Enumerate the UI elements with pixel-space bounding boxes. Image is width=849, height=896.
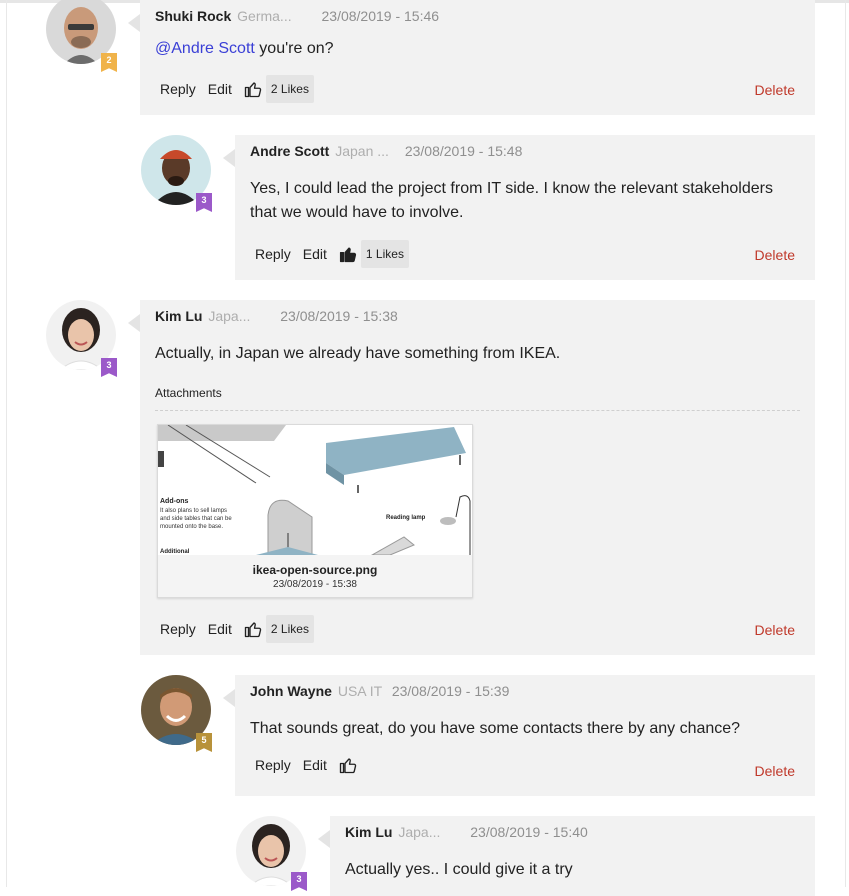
delete-button[interactable]: Delete — [755, 247, 795, 263]
attachment-thumbnail[interactable]: Add-ons It also plans to sell lamps and … — [158, 425, 472, 555]
rank-badge: 2 — [101, 53, 117, 72]
author-name[interactable]: Kim Lu — [345, 824, 392, 840]
attachment-card[interactable]: Add-ons It also plans to sell lamps and … — [157, 424, 473, 598]
thumb-text: and side tables that can be — [160, 516, 232, 522]
reply-button[interactable]: Reply — [255, 246, 291, 262]
edit-button[interactable]: Edit — [303, 757, 327, 773]
comment-text-line: Yes, I could lead the project from IT si… — [250, 180, 773, 197]
comment-header: Andre Scott Japan ... 23/08/2019 - 15:48 — [250, 143, 522, 159]
comment-date: 23/08/2019 - 15:39 — [391, 683, 510, 699]
attachment-file-date: 23/08/2019 - 15:38 — [273, 579, 357, 590]
right-border — [845, 0, 846, 887]
like-icon[interactable] — [339, 756, 357, 774]
attachment-image: Add-ons It also plans to sell lamps and … — [158, 425, 472, 555]
like-icon[interactable] — [244, 620, 262, 638]
user-mention[interactable]: @Andre Scott — [155, 40, 255, 57]
comment-text: That sounds great, do you have some cont… — [250, 720, 741, 737]
comment-header: Shuki Rock Germa... 23/08/2019 - 15:46 — [155, 8, 439, 24]
thumb-text: Reading lamp — [386, 515, 426, 521]
edit-button[interactable]: Edit — [208, 621, 232, 637]
comment-text: Actually, in Japan we already have somet… — [155, 345, 561, 362]
likes-count[interactable]: 2 Likes — [265, 75, 314, 103]
comment-text: Yes, I could lead the project from IT si… — [250, 177, 773, 225]
liked-icon[interactable] — [339, 245, 357, 263]
reply-button[interactable]: Reply — [160, 621, 196, 637]
likes-count[interactable]: 1 Likes — [360, 240, 409, 268]
thumb-text: It also plans to sell lamps — [160, 508, 227, 514]
attachment-file-name[interactable]: ikea-open-source.png — [158, 563, 472, 577]
attachments-divider — [155, 410, 800, 411]
comment-bubble: Shuki Rock Germa... 23/08/2019 - 15:46 @… — [128, 0, 815, 115]
rank-badge: 5 — [196, 733, 212, 752]
comment-date: 23/08/2019 - 15:46 — [321, 8, 440, 24]
rank-badge: 3 — [196, 193, 212, 212]
reply-button[interactable]: Reply — [160, 81, 196, 97]
comment-actions: Reply Edit — [255, 756, 361, 774]
author-location: Japa... — [208, 308, 251, 324]
author-name[interactable]: Shuki Rock — [155, 8, 231, 24]
author-location: Germa... — [237, 8, 292, 24]
delete-button[interactable]: Delete — [755, 763, 795, 779]
rank-badge: 3 — [101, 358, 117, 377]
comment-bubble: Kim Lu Japa... 23/08/2019 - 15:38 Actual… — [128, 300, 815, 655]
reply-button[interactable]: Reply — [255, 757, 291, 773]
comment-text: @Andre Scott you're on? — [155, 37, 334, 61]
comment-text-line: that we would have to involve. — [250, 204, 464, 221]
edit-button[interactable]: Edit — [208, 81, 232, 97]
edit-button[interactable]: Edit — [303, 246, 327, 262]
author-name[interactable]: Kim Lu — [155, 308, 202, 324]
left-border — [6, 0, 7, 887]
comment-text-rest: you're on? — [254, 40, 334, 57]
comment-actions: Reply Edit 1 Likes — [255, 240, 409, 268]
author-location: Japa... — [398, 824, 441, 840]
author-location: USA IT — [337, 683, 382, 699]
thumb-text: Add-ons — [160, 498, 188, 505]
comment-bubble: John Wayne USA IT 23/08/2019 - 15:39 Tha… — [223, 675, 815, 796]
comment-header: John Wayne USA IT 23/08/2019 - 15:39 — [250, 683, 509, 699]
like-icon[interactable] — [244, 80, 262, 98]
comment-bubble: Andre Scott Japan ... 23/08/2019 - 15:48… — [223, 135, 815, 280]
delete-button[interactable]: Delete — [755, 82, 795, 98]
comment-actions: Reply Edit 2 Likes — [160, 615, 314, 643]
comment-header: Kim Lu Japa... 23/08/2019 - 15:40 — [345, 824, 588, 840]
comment-bubble: Kim Lu Japa... 23/08/2019 - 15:40 Actual… — [318, 816, 815, 896]
comment-date: 23/08/2019 - 15:40 — [470, 824, 588, 840]
author-location: Japan ... — [335, 143, 389, 159]
comment-actions: Reply Edit 2 Likes — [160, 75, 314, 103]
author-name[interactable]: Andre Scott — [250, 143, 329, 159]
comment-date: 23/08/2019 - 15:48 — [404, 143, 523, 159]
comment-date: 23/08/2019 - 15:38 — [280, 308, 398, 324]
delete-button[interactable]: Delete — [755, 622, 795, 638]
comment-text: Actually yes.. I could give it a try — [345, 861, 573, 878]
thumb-text: Additional — [160, 549, 190, 555]
likes-count[interactable]: 2 Likes — [265, 615, 314, 643]
comment-header: Kim Lu Japa... 23/08/2019 - 15:38 — [155, 308, 398, 324]
rank-badge: 3 — [291, 872, 307, 891]
thumb-text: mounted onto the base. — [160, 524, 223, 530]
author-name[interactable]: John Wayne — [250, 683, 332, 699]
attachments-label: Attachments — [155, 386, 222, 400]
